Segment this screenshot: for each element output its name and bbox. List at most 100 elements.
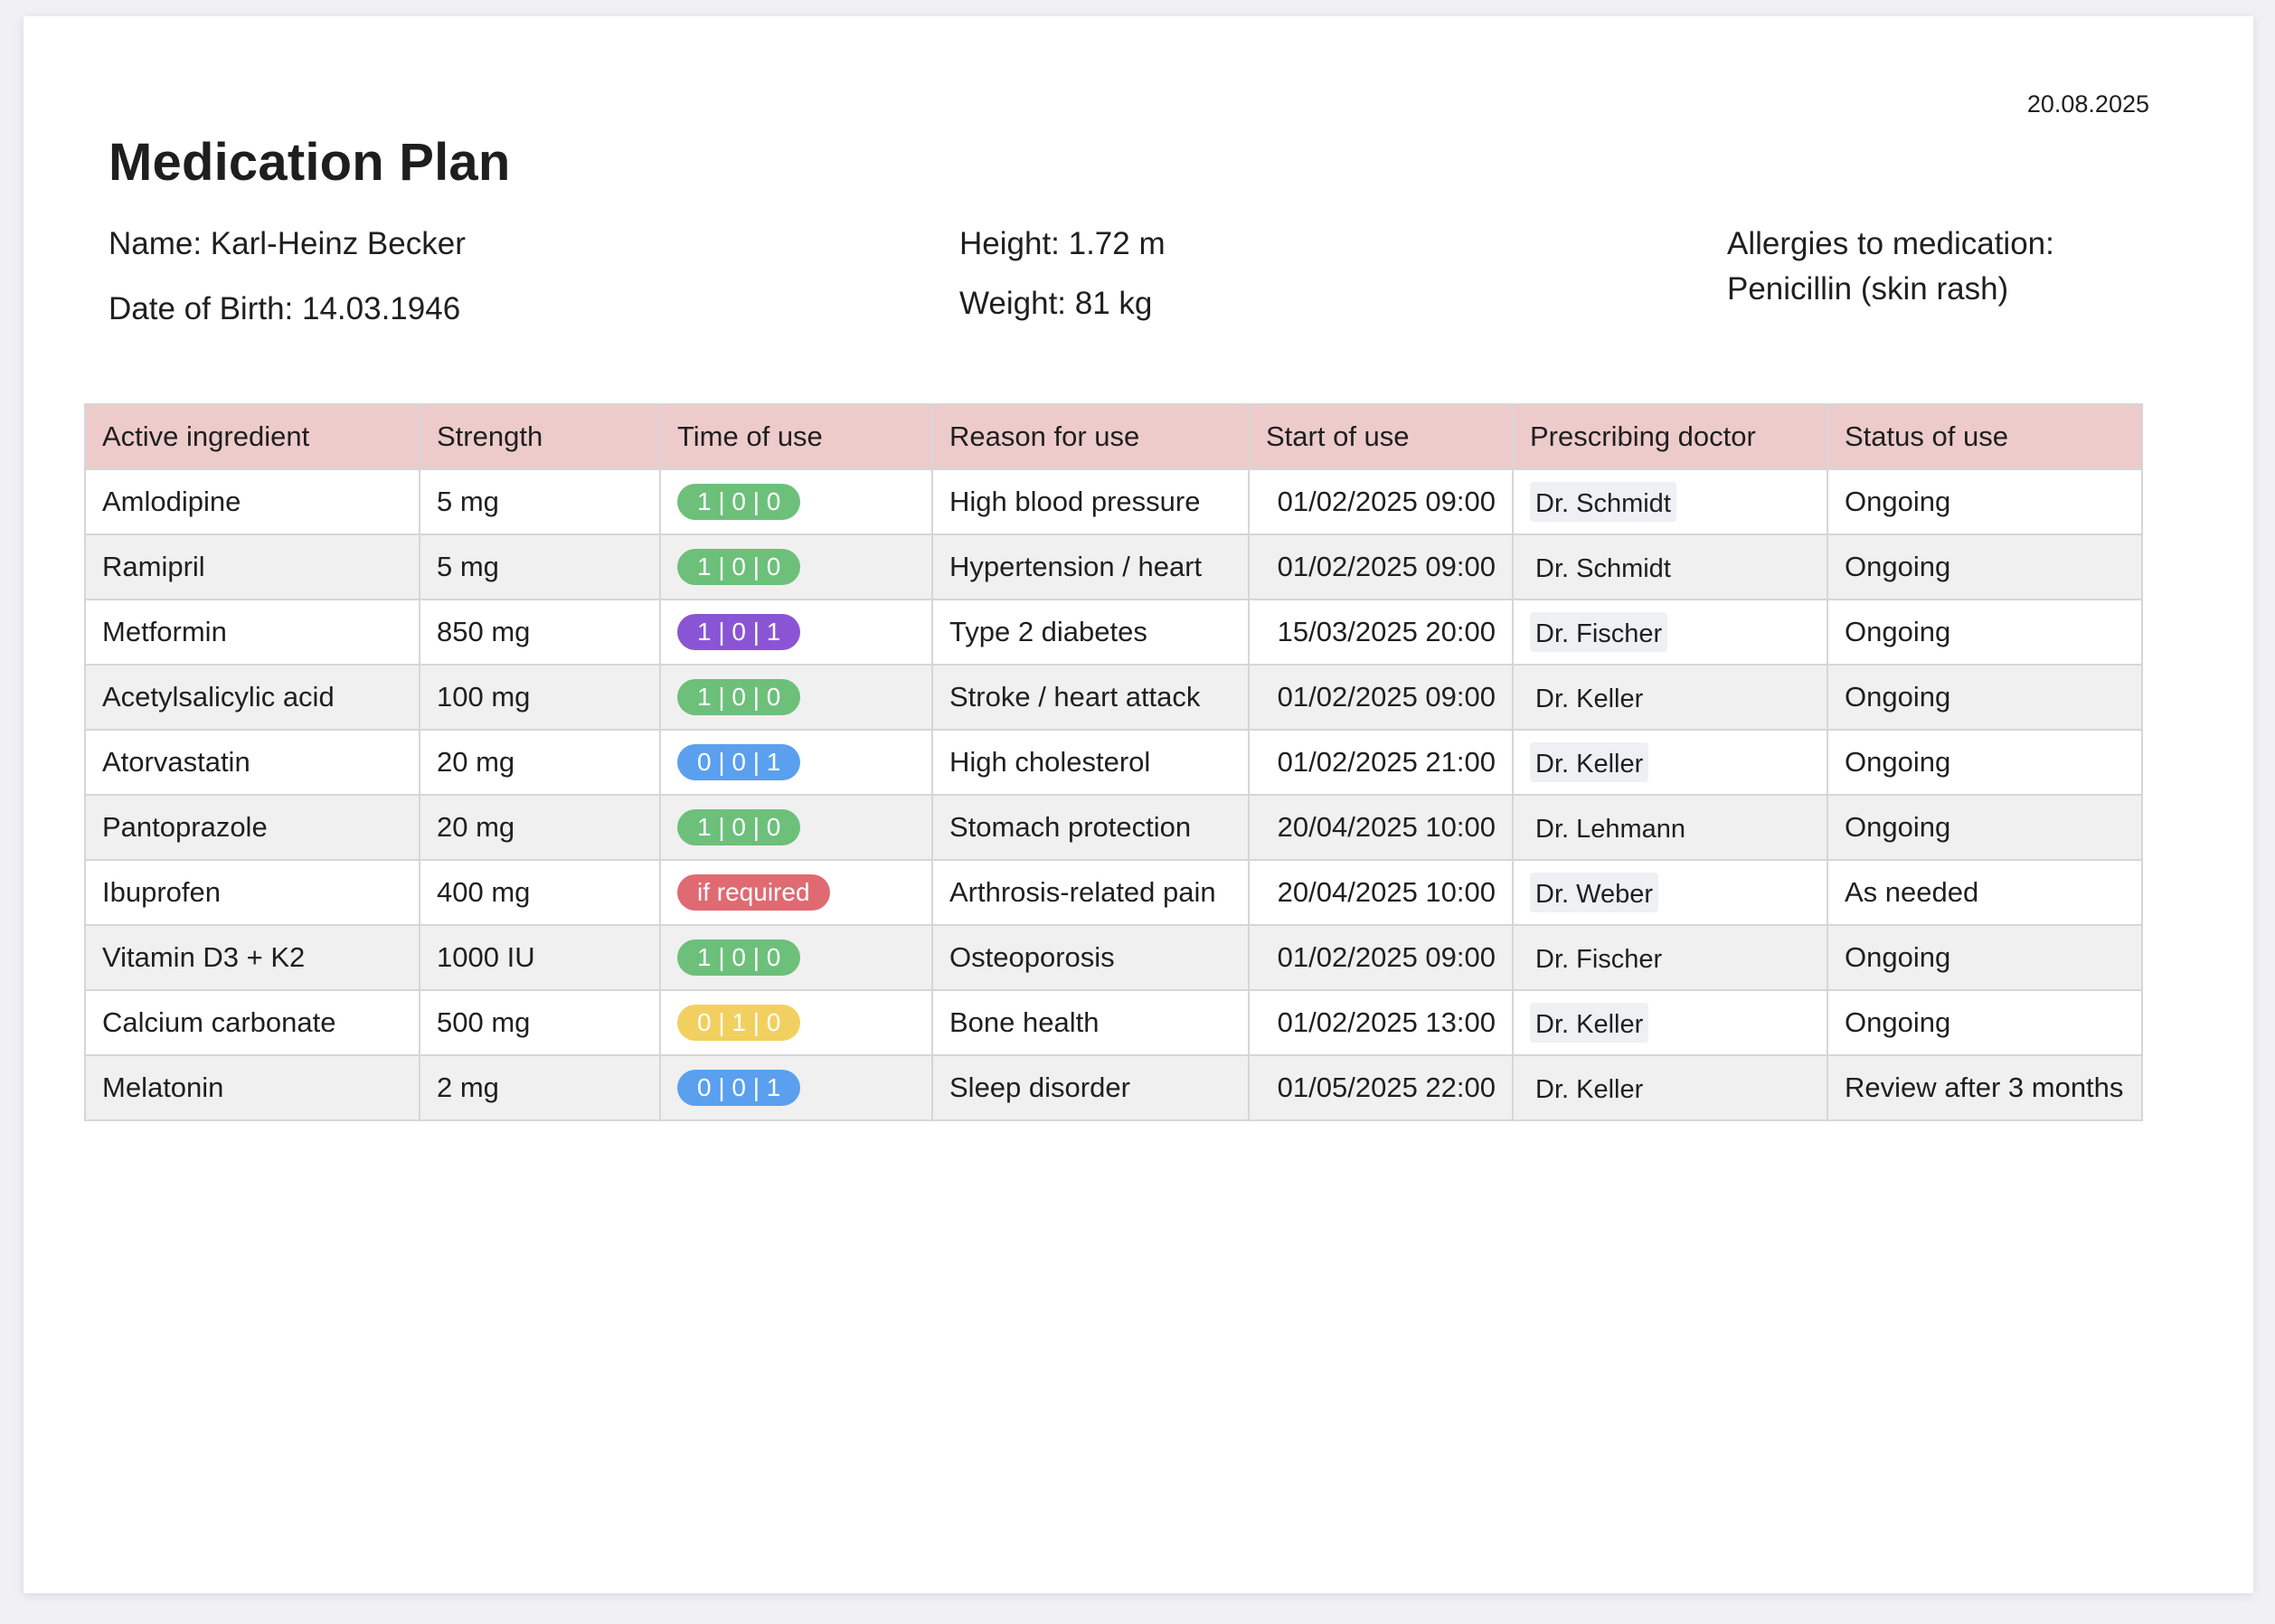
document-date: 20.08.2025 bbox=[2026, 90, 2149, 118]
cell-status-of-use: Review after 3 months bbox=[1827, 1054, 2143, 1121]
cell-time-of-use: 1 | 0 | 0 bbox=[659, 468, 933, 535]
cell-active-ingredient: Ibuprofen bbox=[84, 859, 420, 926]
column-header: Active ingredient bbox=[84, 403, 420, 470]
cell-active-ingredient: Amlodipine bbox=[84, 468, 420, 535]
cell-prescribing-doctor: Dr. Schmidt bbox=[1512, 468, 1828, 535]
cell-reason-for-use: Sleep disorder bbox=[931, 1054, 1250, 1121]
cell-prescribing-doctor: Dr. Lehmann bbox=[1512, 794, 1828, 861]
cell-time-of-use: 1 | 0 | 0 bbox=[659, 664, 933, 731]
cell-reason-for-use: High blood pressure bbox=[931, 468, 1250, 535]
column-header: Reason for use bbox=[931, 403, 1250, 470]
table-row: Metformin 850 mg 1 | 0 | 1 Type 2 diabetes 1… bbox=[84, 599, 2143, 666]
column-header: Start of use bbox=[1248, 403, 1514, 470]
cell-strength: 5 mg bbox=[419, 468, 661, 535]
cell-status-of-use: Ongoing bbox=[1827, 599, 2143, 666]
cell-time-of-use: 0 | 0 | 1 bbox=[659, 729, 933, 796]
cell-start-of-use: 01/05/2025 22:00 bbox=[1248, 1054, 1514, 1121]
cell-active-ingredient: Melatonin bbox=[84, 1054, 420, 1121]
cell-prescribing-doctor: Dr. Keller bbox=[1512, 729, 1828, 796]
doctor-tag: Dr. Keller bbox=[1535, 685, 1644, 713]
cell-strength: 850 mg bbox=[419, 599, 661, 666]
table-row: Ramipril 5 mg 1 | 0 | 0 Hypertension / hear… bbox=[84, 533, 2143, 600]
cell-reason-for-use: Bone health bbox=[931, 989, 1250, 1056]
cell-status-of-use: Ongoing bbox=[1827, 533, 2143, 600]
cell-start-of-use: 20/04/2025 10:00 bbox=[1248, 794, 1514, 861]
table-row: Acetylsalicylic acid 100 mg 1 | 0 | 0 Strok… bbox=[84, 664, 2143, 731]
patient-allergies: Allergies to medication: Penicillin (ski… bbox=[1727, 222, 2054, 312]
patient-dob: Date of Birth: 14.03.1946 bbox=[109, 291, 461, 326]
cell-reason-for-use: Type 2 diabetes bbox=[931, 599, 1250, 666]
doctor-tag: Dr. Fischer bbox=[1535, 945, 1663, 974]
time-of-use-badge: 1 | 0 | 0 bbox=[677, 939, 801, 976]
cell-prescribing-doctor: Dr. Keller bbox=[1512, 664, 1828, 731]
table-row: Vitamin D3 + K2 1000 IU 1 | 0 | 0 Osteoporo… bbox=[84, 924, 2143, 991]
cell-start-of-use: 01/02/2025 13:00 bbox=[1248, 989, 1514, 1056]
doctor-tag: Dr. Schmidt bbox=[1535, 554, 1671, 583]
cell-active-ingredient: Metformin bbox=[84, 599, 420, 666]
cell-active-ingredient: Pantoprazole bbox=[84, 794, 420, 861]
cell-active-ingredient: Vitamin D3 + K2 bbox=[84, 924, 420, 991]
patient-identity: Name: Karl-Heinz Becker Date of Birth: 1… bbox=[109, 222, 466, 332]
allergies-value: Penicillin (skin rash) bbox=[1727, 271, 2009, 307]
time-of-use-badge: 1 | 0 | 1 bbox=[677, 614, 801, 650]
cell-reason-for-use: Arthrosis-related pain bbox=[931, 859, 1250, 926]
cell-strength: 1000 IU bbox=[419, 924, 661, 991]
cell-start-of-use: 01/02/2025 09:00 bbox=[1248, 468, 1514, 535]
doctor-tag: Dr. Schmidt bbox=[1530, 482, 1676, 522]
table-row: Calcium carbonate 500 mg 0 | 1 | 0 Bone hea… bbox=[84, 989, 2143, 1056]
table-row: Melatonin 2 mg 0 | 0 | 1 Sleep disorder 01/0… bbox=[84, 1054, 2143, 1121]
doctor-tag: Dr. Keller bbox=[1530, 1003, 1649, 1043]
cell-start-of-use: 01/02/2025 09:00 bbox=[1248, 924, 1514, 991]
cell-prescribing-doctor: Dr. Keller bbox=[1512, 989, 1828, 1056]
table-row: Atorvastatin 20 mg 0 | 0 | 1 High cholester… bbox=[84, 729, 2143, 796]
cell-reason-for-use: Hypertension / heart bbox=[931, 533, 1250, 600]
cell-status-of-use: As needed bbox=[1827, 859, 2143, 926]
cell-prescribing-doctor: Dr. Schmidt bbox=[1512, 533, 1828, 600]
cell-prescribing-doctor: Dr. Fischer bbox=[1512, 599, 1828, 666]
doctor-tag: Dr. Fischer bbox=[1530, 612, 1668, 652]
table-row: Ibuprofen 400 mg if required Arthrosis-rela… bbox=[84, 859, 2143, 926]
time-of-use-badge: 0 | 1 | 0 bbox=[677, 1005, 801, 1041]
time-of-use-badge: 1 | 0 | 0 bbox=[677, 549, 801, 585]
cell-status-of-use: Ongoing bbox=[1827, 468, 2143, 535]
cell-strength: 500 mg bbox=[419, 989, 661, 1056]
time-of-use-badge: 1 | 0 | 0 bbox=[677, 679, 801, 715]
cell-strength: 5 mg bbox=[419, 533, 661, 600]
cell-reason-for-use: High cholesterol bbox=[931, 729, 1250, 796]
patient-measurements: Height: 1.72 m Weight: 81 kg bbox=[959, 222, 1166, 326]
cell-time-of-use: 0 | 0 | 1 bbox=[659, 1054, 933, 1121]
cell-time-of-use: 1 | 0 | 0 bbox=[659, 924, 933, 991]
cell-status-of-use: Ongoing bbox=[1827, 794, 2143, 861]
time-of-use-badge: 1 | 0 | 0 bbox=[677, 484, 801, 520]
column-header: Status of use bbox=[1827, 403, 2143, 470]
cell-reason-for-use: Stroke / heart attack bbox=[931, 664, 1250, 731]
doctor-tag: Dr. Keller bbox=[1530, 742, 1649, 782]
cell-strength: 20 mg bbox=[419, 794, 661, 861]
cell-prescribing-doctor: Dr. Keller bbox=[1512, 1054, 1828, 1121]
cell-time-of-use: if required bbox=[659, 859, 933, 926]
cell-strength: 400 mg bbox=[419, 859, 661, 926]
cell-start-of-use: 01/02/2025 09:00 bbox=[1248, 664, 1514, 731]
table-row: Amlodipine 5 mg 1 | 0 | 0 High blood pressu… bbox=[84, 468, 2143, 535]
cell-start-of-use: 01/02/2025 09:00 bbox=[1248, 533, 1514, 600]
time-of-use-badge: 1 | 0 | 0 bbox=[677, 809, 801, 845]
cell-active-ingredient: Ramipril bbox=[84, 533, 420, 600]
cell-time-of-use: 1 | 0 | 0 bbox=[659, 533, 933, 600]
column-header: Prescribing doctor bbox=[1512, 403, 1828, 470]
doctor-tag: Dr. Keller bbox=[1535, 1075, 1644, 1104]
cell-strength: 20 mg bbox=[419, 729, 661, 796]
column-header: Strength bbox=[419, 403, 661, 470]
table-header-row: Active ingredient Strength Time of use R… bbox=[84, 403, 2143, 470]
cell-reason-for-use: Osteoporosis bbox=[931, 924, 1250, 991]
cell-start-of-use: 20/04/2025 10:00 bbox=[1248, 859, 1514, 926]
time-of-use-badge: if required bbox=[677, 874, 830, 911]
cell-status-of-use: Ongoing bbox=[1827, 989, 2143, 1056]
doctor-tag: Dr. Weber bbox=[1530, 873, 1659, 912]
cell-start-of-use: 01/02/2025 21:00 bbox=[1248, 729, 1514, 796]
cell-prescribing-doctor: Dr. Weber bbox=[1512, 859, 1828, 926]
cell-strength: 100 mg bbox=[419, 664, 661, 731]
medication-rows: Amlodipine 5 mg 1 | 0 | 0 High blood pressu… bbox=[84, 468, 2143, 1121]
cell-time-of-use: 1 | 0 | 1 bbox=[659, 599, 933, 666]
patient-height: Height: 1.72 m bbox=[959, 226, 1166, 261]
patient-weight: Weight: 81 kg bbox=[959, 286, 1153, 321]
